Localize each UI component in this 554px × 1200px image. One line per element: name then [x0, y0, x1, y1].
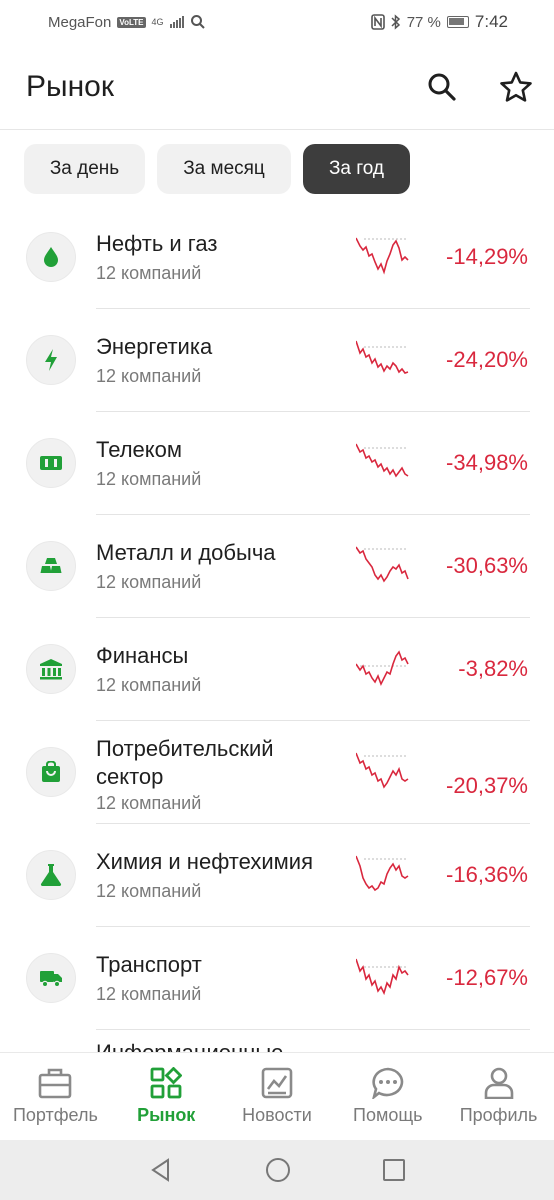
nav-label: Новости	[242, 1105, 312, 1125]
nav-label: Портфель	[12, 1105, 98, 1125]
nav-profile[interactable]: Профиль	[443, 1053, 554, 1140]
nav-label: Помощь	[353, 1105, 423, 1125]
clock: 7:42	[474, 12, 508, 31]
sparkline-chart	[356, 237, 409, 275]
sector-change-value: -20,37%	[446, 773, 528, 798]
sparkline-chart	[356, 650, 409, 686]
sector-change-value: -14,29%	[446, 244, 528, 269]
star-icon	[500, 71, 532, 102]
system-navigation-bar	[0, 1140, 554, 1200]
bottom-navigation: Портфель Рынок Новости Помощь Профиль	[0, 1052, 554, 1140]
app-bar: Рынок	[0, 44, 554, 130]
news-icon	[261, 1067, 293, 1099]
shopping-bag-icon	[42, 761, 60, 782]
row-divider	[96, 1029, 530, 1030]
sector-row-metals-mining[interactable]: Металл и добыча 12 компаний -30,63%	[0, 515, 554, 618]
period-month-button[interactable]: За месяц	[157, 144, 291, 194]
chat-icon	[371, 1067, 404, 1099]
sector-name: Энергетика	[96, 334, 213, 359]
sector-name: Телеком	[96, 437, 183, 462]
battery-percent: 77 %	[406, 13, 441, 31]
sector-company-count: 12 компаний	[96, 366, 202, 386]
carrier-name: MegaFon	[48, 13, 112, 31]
sector-icon-container	[26, 953, 76, 1003]
period-day-button[interactable]: За день	[24, 144, 145, 194]
nav-market[interactable]: Рынок	[111, 1053, 222, 1140]
period-selector: За день За месяц За год	[24, 144, 410, 194]
sector-company-count: 12 компаний	[96, 881, 202, 901]
flask-icon	[40, 864, 62, 887]
sector-name: Потребительский сектор	[96, 736, 274, 789]
sector-change-value: -12,67%	[446, 965, 528, 990]
sector-name: Химия и нефтехимия	[96, 849, 314, 874]
sparkline-chart	[356, 340, 409, 374]
sector-icon-container	[26, 850, 76, 900]
briefcase-icon	[39, 1068, 72, 1099]
search-button[interactable]	[424, 69, 460, 105]
back-icon[interactable]	[148, 1157, 174, 1183]
sector-change-value: -16,36%	[446, 862, 528, 887]
sector-row-transport[interactable]: Транспорт 12 компаний -12,67%	[0, 927, 554, 1030]
sparkline-chart	[356, 443, 409, 478]
sector-change-value: -24,20%	[446, 347, 528, 372]
sparkline-chart	[356, 752, 409, 789]
sector-name: Нефть и газ	[96, 231, 218, 256]
battery-icon	[446, 16, 469, 28]
telecom-icon	[40, 456, 62, 470]
sparkline-chart	[356, 855, 409, 892]
sector-company-count: 12 компаний	[96, 469, 202, 489]
volte-badge: VoLTE	[117, 16, 146, 28]
sector-name: Металл и добыча	[96, 540, 276, 565]
nav-label: Рынок	[137, 1105, 196, 1125]
sector-name: Финансы	[96, 643, 189, 668]
search-small-icon	[190, 15, 205, 29]
sector-icon-container	[26, 438, 76, 488]
signal-icon	[169, 16, 184, 28]
recents-icon[interactable]	[382, 1158, 406, 1182]
sector-change-value: -3,82%	[458, 656, 528, 681]
status-bar: MegaFon VoLTE 4G 77 % 7:42	[0, 0, 554, 44]
sector-name: Транспорт	[96, 952, 202, 977]
sector-company-count: 12 компаний	[96, 572, 202, 592]
sector-row-oil-gas[interactable]: Нефть и газ 12 компаний -14,29%	[0, 206, 554, 309]
drop-icon	[44, 247, 58, 267]
page-title: Рынок	[26, 70, 114, 103]
profile-icon	[484, 1067, 513, 1099]
sparkline-chart	[356, 546, 409, 583]
sector-company-count: 12 компаний	[96, 984, 202, 1004]
period-year-button[interactable]: За год	[303, 144, 410, 194]
nav-label: Профиль	[459, 1105, 538, 1125]
home-icon[interactable]	[264, 1156, 292, 1184]
sector-company-count: 12 компаний	[96, 263, 202, 283]
sector-row-telecom[interactable]: Телеком 12 компаний -34,98%	[0, 412, 554, 515]
bluetooth-icon	[391, 14, 400, 30]
market-icon	[150, 1067, 183, 1099]
nfc-icon	[370, 14, 385, 30]
sector-icon-container	[26, 644, 76, 694]
sector-icon-container	[26, 335, 76, 385]
nav-help[interactable]: Помощь	[332, 1053, 443, 1140]
bank-icon	[40, 659, 62, 680]
sector-row-finance[interactable]: Финансы 12 компаний -3,82%	[0, 618, 554, 721]
ingots-icon	[40, 558, 62, 573]
nav-news[interactable]: Новости	[222, 1053, 333, 1140]
sector-list: Нефть и газ 12 компаний -14,29% Энергети…	[0, 206, 554, 1030]
sector-icon-container	[26, 541, 76, 591]
sector-icon-container	[26, 232, 76, 282]
network-type: 4G	[151, 17, 164, 27]
sector-row-chemistry[interactable]: Химия и нефтехимия 12 компаний -16,36%	[0, 824, 554, 927]
sparkline-chart	[356, 958, 409, 996]
sector-icon-container	[26, 747, 76, 797]
sector-company-count: 12 компаний	[96, 675, 202, 695]
lightning-icon	[45, 349, 57, 371]
sector-row-consumer[interactable]: Потребительский сектор 12 компаний -20,3…	[0, 721, 554, 824]
sector-row-energy[interactable]: Энергетика 12 компаний -24,20%	[0, 309, 554, 412]
truck-icon	[40, 971, 62, 988]
nav-portfolio[interactable]: Портфель	[0, 1053, 111, 1140]
favorites-button[interactable]	[498, 69, 534, 105]
sector-change-value: -30,63%	[446, 553, 528, 578]
search-icon	[428, 73, 456, 101]
sector-company-count: 12 компаний	[96, 793, 202, 813]
sector-change-value: -34,98%	[446, 450, 528, 475]
